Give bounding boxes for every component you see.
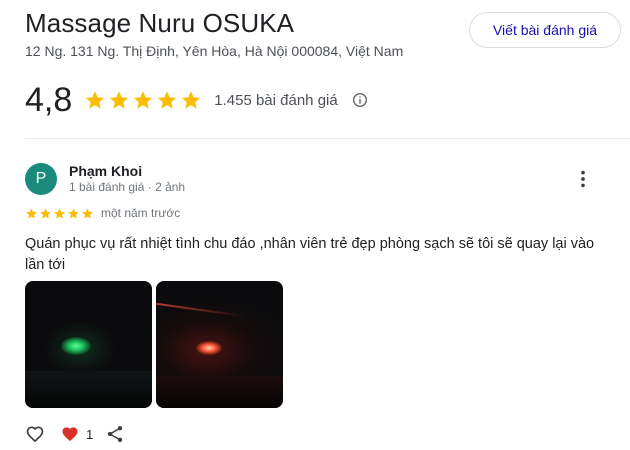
place-title: Massage Nuru OSUKA [25, 8, 295, 38]
star-icon [158, 91, 177, 109]
review-photo[interactable] [25, 281, 152, 408]
star-icon [68, 207, 79, 219]
more-vert-icon[interactable] [572, 168, 594, 190]
review-rating: một năm trước [25, 206, 180, 220]
share-icon[interactable] [105, 424, 125, 444]
star-icon [134, 91, 153, 109]
avatar[interactable]: P [25, 163, 57, 195]
rating-summary: 4,8 1.455 bài đánh giá [25, 78, 368, 122]
like-count: 1 [86, 426, 94, 442]
reviewer-name[interactable]: Phạm Khoi [69, 163, 142, 179]
write-review-button[interactable]: Viết bài đánh giá [469, 12, 621, 48]
review-actions: 1 [25, 423, 125, 445]
review-stars [25, 207, 94, 220]
review-photo[interactable] [156, 281, 283, 408]
star-icon [82, 207, 93, 219]
star-icon [182, 91, 201, 109]
star-icon [40, 207, 51, 219]
place-address: 12 Ng. 131 Ng. Thị Định, Yên Hòa, Hà Nội… [25, 43, 404, 59]
review-text: Quán phục vụ rất nhiệt tình chu đáo ,nhâ… [25, 236, 595, 273]
review-time: một năm trước [101, 206, 181, 220]
star-icon [86, 91, 105, 109]
rating-stars [84, 89, 202, 111]
divider [25, 138, 630, 139]
review-count[interactable]: 1.455 bài đánh giá [214, 92, 337, 109]
star-icon [26, 207, 37, 219]
heart-outline-icon[interactable] [25, 424, 45, 444]
rating-value: 4,8 [25, 81, 73, 119]
star-icon [54, 207, 65, 219]
reviewer-meta: 1 bài đánh giá · 2 ảnh [69, 180, 186, 194]
heart-filled-icon[interactable] [60, 424, 80, 444]
info-icon[interactable] [352, 92, 368, 108]
star-icon [110, 91, 129, 109]
